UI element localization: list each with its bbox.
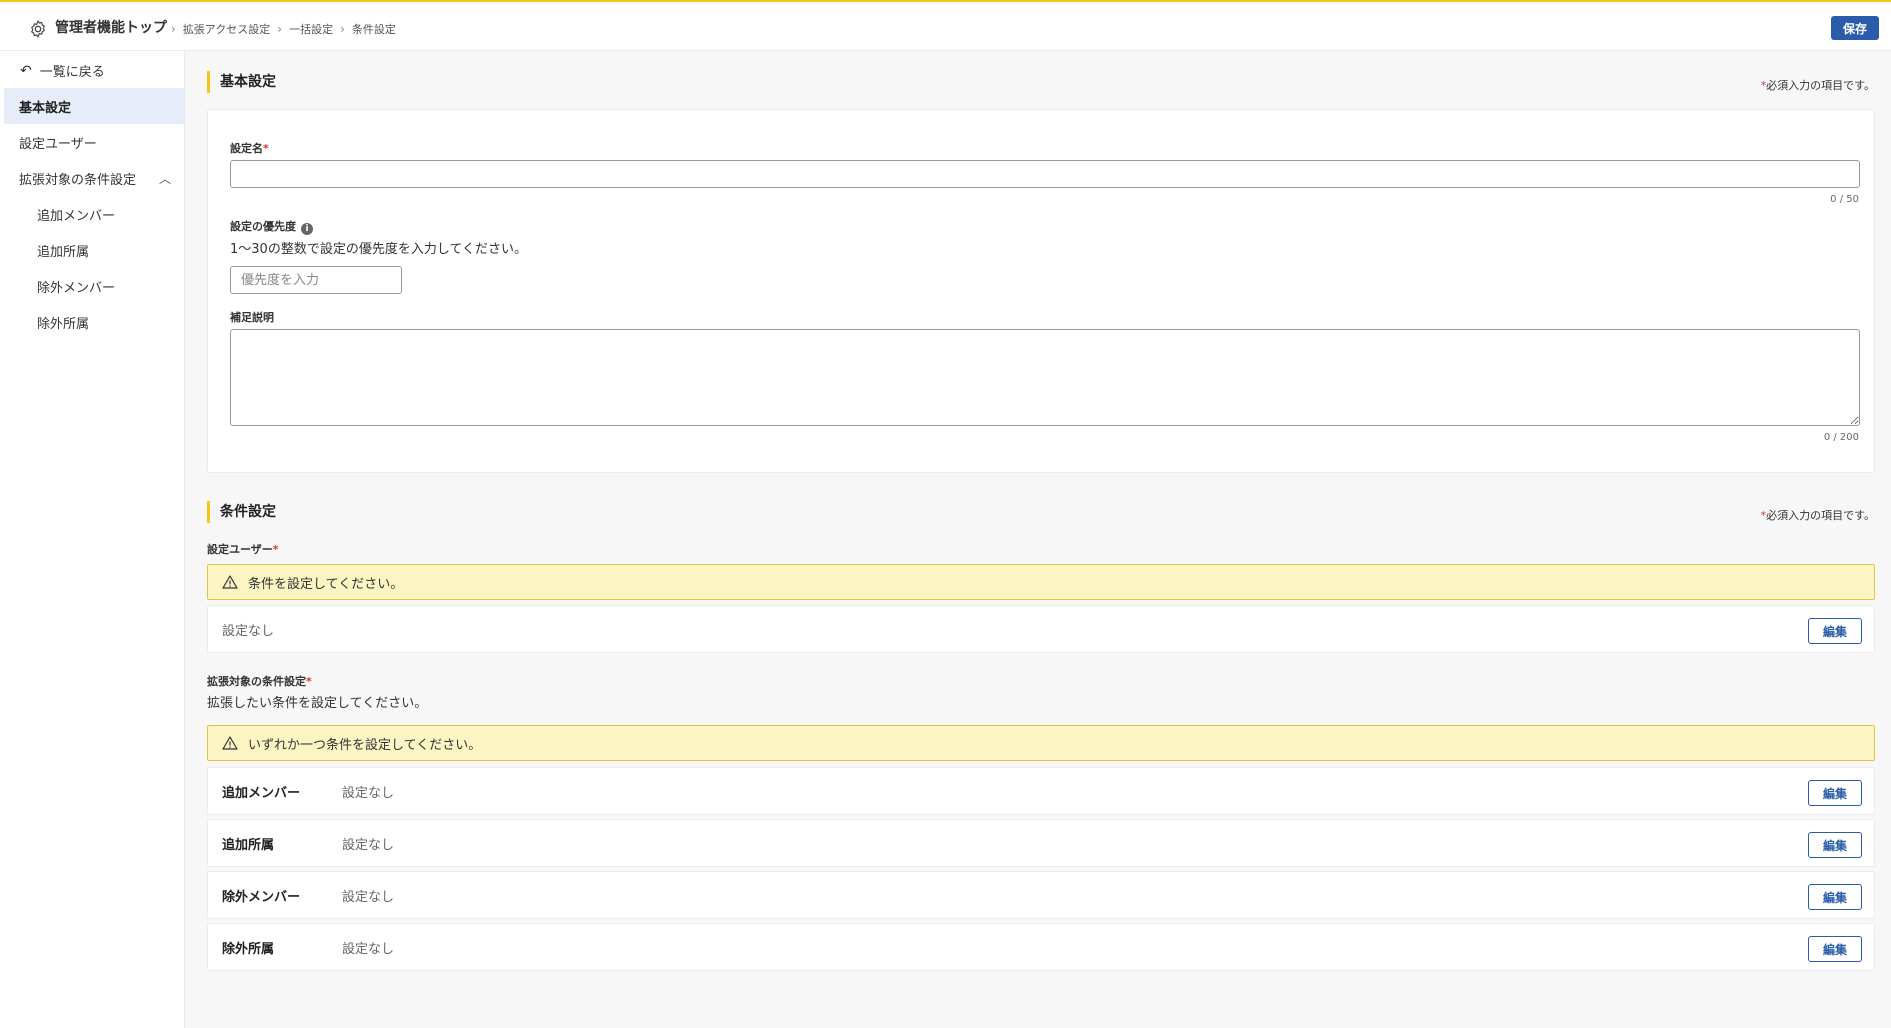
priority-help-text: 1〜30の整数で設定の優先度を入力してください。 xyxy=(230,242,528,257)
section-title-conditions: 条件設定 xyxy=(207,501,276,523)
row-title: 追加所属 xyxy=(222,837,275,853)
warning-text: いずれか一つ条件を設定してください。 xyxy=(248,737,482,753)
priority-input[interactable] xyxy=(230,266,402,294)
row-title: 除外メンバー xyxy=(222,889,301,905)
sidebar-item-label: 除外メンバー xyxy=(37,280,116,296)
sidebar-item-add-dept[interactable]: 追加所属 xyxy=(4,232,185,268)
section-title-basic: 基本設定 xyxy=(207,71,276,93)
info-icon[interactable]: i xyxy=(301,223,313,235)
required-note: *必須入力の項目です。 xyxy=(1760,509,1875,522)
row-value: 設定なし xyxy=(342,889,395,905)
sidebar-item-users[interactable]: 設定ユーザー xyxy=(4,124,185,160)
row-value: 設定なし xyxy=(342,941,395,957)
edit-button[interactable]: 編集 xyxy=(1808,884,1862,910)
edit-button[interactable]: 編集 xyxy=(1808,780,1862,806)
warning-text: 条件を設定してください。 xyxy=(248,576,404,592)
edit-button[interactable]: 編集 xyxy=(1808,832,1862,858)
sidebar: ↶ 一覧に戻る 基本設定 設定ユーザー 拡張対象の条件設定 ︿ 追加メンバー 追… xyxy=(0,51,185,1028)
warning-icon xyxy=(222,575,238,589)
warning-banner-user: 条件を設定してください。 xyxy=(207,564,1875,600)
save-button[interactable]: 保存 xyxy=(1831,16,1879,40)
breadcrumb-current: 条件設定 xyxy=(351,23,396,36)
basic-settings-card: 設定名* 0 / 50 設定の優先度 i 1〜30の整数で設定の優先度を入力してく… xyxy=(207,109,1875,473)
breadcrumb-home[interactable]: 管理者機能トップ xyxy=(55,17,167,37)
row-value: 設定なし xyxy=(342,785,395,801)
chevron-right-icon: › xyxy=(340,22,345,36)
chevron-right-icon: › xyxy=(171,22,176,36)
back-to-list-link[interactable]: ↶ 一覧に戻る xyxy=(20,61,105,81)
sidebar-item-label: 基本設定 xyxy=(19,100,72,116)
breadcrumb: › 拡張アクセス設定 › 一括設定 › 条件設定 xyxy=(164,21,396,37)
gear-icon[interactable] xyxy=(28,19,48,39)
row-value: 設定なし xyxy=(342,837,395,853)
note-textarea[interactable] xyxy=(230,329,1860,426)
name-char-counter: 0 / 50 xyxy=(1830,194,1859,205)
required-note: *必須入力の項目です。 xyxy=(1760,79,1875,92)
setting-name-input[interactable] xyxy=(230,160,1860,188)
note-char-counter: 0 / 200 xyxy=(1823,432,1859,443)
field-label-note: 補足説明 xyxy=(230,311,274,324)
field-label-setting-user: 設定ユーザー* xyxy=(207,543,279,556)
sidebar-item-label: 拡張対象の条件設定 xyxy=(19,172,137,188)
sidebar-item-target-conditions[interactable]: 拡張対象の条件設定 ︿ xyxy=(4,160,185,196)
return-arrow-icon: ↶ xyxy=(20,62,32,79)
edit-button[interactable]: 編集 xyxy=(1808,936,1862,962)
row-title: 除外所属 xyxy=(222,941,275,957)
sidebar-item-exclude-dept[interactable]: 除外所属 xyxy=(4,304,185,340)
edit-button[interactable]: 編集 xyxy=(1808,618,1862,644)
warning-banner-target: いずれか一つ条件を設定してください。 xyxy=(207,725,1875,761)
warning-icon xyxy=(222,736,238,750)
sidebar-item-exclude-member[interactable]: 除外メンバー xyxy=(4,268,185,304)
breadcrumb-item[interactable]: 一括設定 xyxy=(289,21,333,37)
top-bar: 管理者機能トップ › 拡張アクセス設定 › 一括設定 › 条件設定 保存 xyxy=(0,0,1891,51)
setting-user-value: 設定なし xyxy=(222,623,275,639)
condition-row-exclude-member: 除外メンバー 設定なし 編集 xyxy=(207,871,1875,919)
field-label-name: 設定名* xyxy=(230,142,269,155)
setting-user-row: 設定なし 編集 xyxy=(207,605,1875,653)
condition-row-add-dept: 追加所属 設定なし 編集 xyxy=(207,819,1875,867)
breadcrumb-item[interactable]: 拡張アクセス設定 xyxy=(183,21,270,37)
field-label-priority: 設定の優先度 i xyxy=(230,218,313,235)
condition-row-add-member: 追加メンバー 設定なし 編集 xyxy=(207,767,1875,815)
chevron-up-icon[interactable]: ︿ xyxy=(159,170,171,187)
back-link-label: 一覧に戻る xyxy=(39,65,105,80)
field-label-target-conditions: 拡張対象の条件設定* xyxy=(207,675,312,688)
sidebar-item-label: 追加メンバー xyxy=(37,208,116,224)
sidebar-item-label: 設定ユーザー xyxy=(19,136,97,152)
condition-row-exclude-dept: 除外所属 設定なし 編集 xyxy=(207,923,1875,971)
row-title: 追加メンバー xyxy=(222,785,301,801)
sidebar-item-basic[interactable]: 基本設定 xyxy=(4,88,185,124)
sidebar-item-add-member[interactable]: 追加メンバー xyxy=(4,196,185,232)
target-help-text: 拡張したい条件を設定してください。 xyxy=(207,696,428,711)
main-content: 基本設定 *必須入力の項目です。 設定名* 0 / 50 設定の優先度 i 1〜3… xyxy=(185,51,1891,1028)
chevron-right-icon: › xyxy=(277,22,283,36)
sidebar-item-label: 除外所属 xyxy=(37,316,90,332)
sidebar-item-label: 追加所属 xyxy=(37,244,90,260)
